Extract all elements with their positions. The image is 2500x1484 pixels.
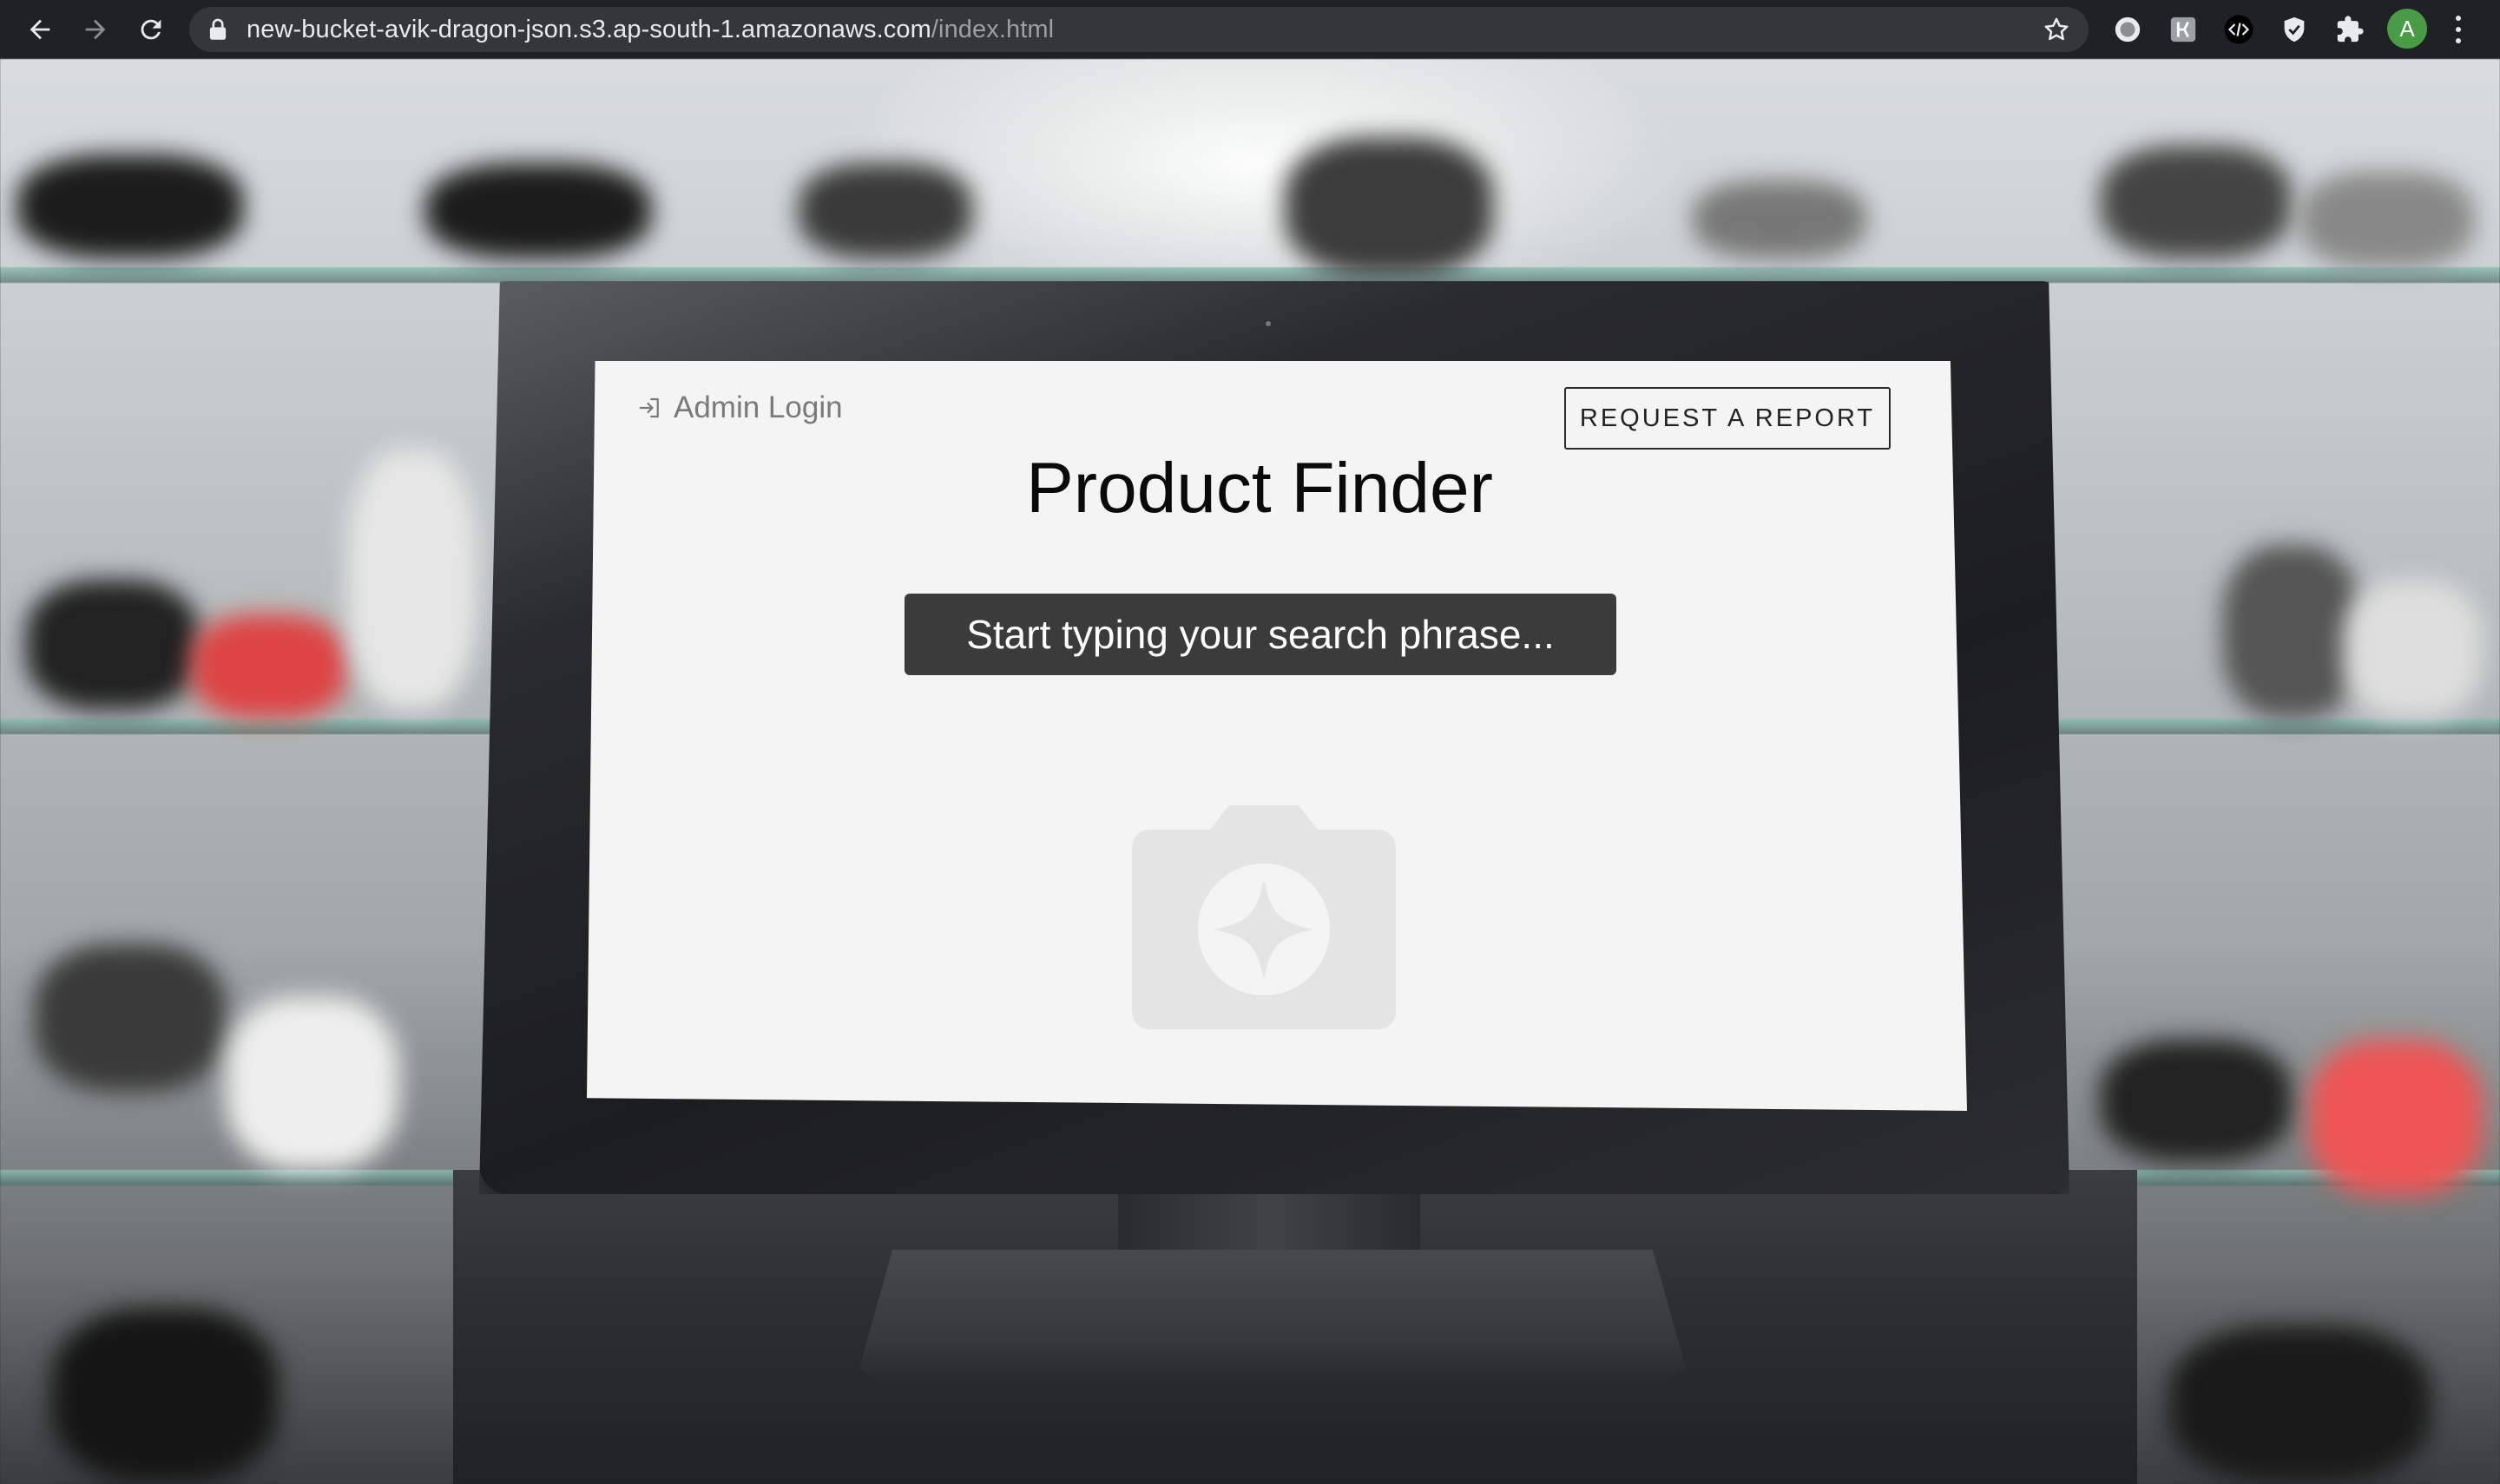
admin-login-label: Admin Login [674,391,843,424]
kebab-menu-icon[interactable] [2450,12,2467,47]
browser-toolbar: new-bucket-avik-dragon-json.s3.ap-south-… [0,0,2500,59]
puzzle-icon[interactable] [2333,13,2366,46]
reload-icon [141,19,161,40]
extension-shield-icon[interactable] [2278,13,2311,46]
forward-arrow-icon [85,19,106,40]
reload-button[interactable] [134,12,168,47]
search-input[interactable]: Start typing your search phrase... [905,594,1616,675]
url-text: new-bucket-avik-dragon-json.s3.ap-south-… [247,15,1055,43]
page-title: Product Finder [1026,449,1493,528]
extension-code-icon[interactable] [2222,13,2255,46]
extension-record-icon[interactable] [2111,13,2144,46]
forward-button[interactable] [78,12,113,47]
bookmark-star-icon[interactable] [2042,15,2071,44]
profile-avatar[interactable]: A [2387,9,2427,49]
webcam-dot [1266,321,1271,326]
address-bar[interactable]: new-bucket-avik-dragon-json.s3.ap-south-… [189,7,2089,52]
back-button[interactable] [23,12,57,47]
shelf [0,267,2500,283]
search-placeholder: Start typing your search phrase... [966,612,1555,657]
extension-h-icon[interactable] [2167,13,2200,46]
login-icon [639,397,659,418]
back-arrow-icon [30,19,50,40]
camera-sparkle-icon[interactable] [1132,805,1396,1029]
monitor-stand-base [859,1250,1686,1378]
admin-login-link[interactable]: Admin Login [637,391,843,425]
request-report-button[interactable]: REQUEST A REPORT [1564,387,1891,450]
kiosk-screen: Admin Login REQUEST A REPORT Product Fin… [587,361,1967,1111]
lock-icon [209,18,227,40]
